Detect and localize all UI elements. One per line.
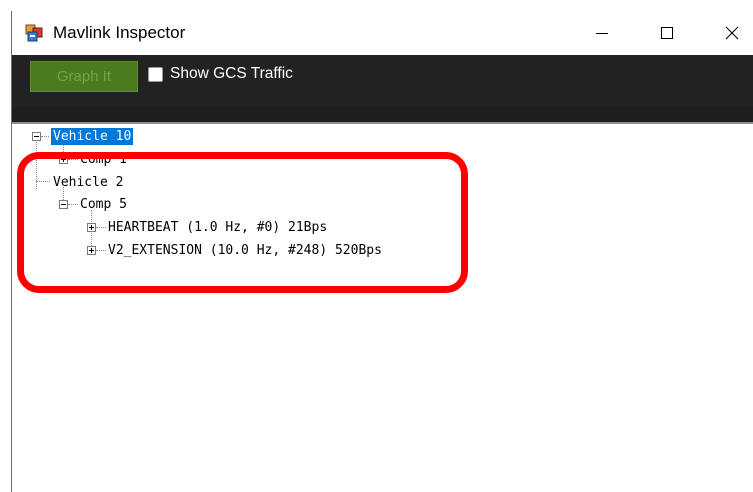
graph-it-button[interactable]: Graph It: [30, 61, 138, 92]
collapse-toggle-icon[interactable]: [59, 200, 68, 209]
expand-toggle-icon[interactable]: [87, 246, 96, 255]
minimize-icon: [596, 33, 608, 34]
message-tree-view[interactable]: Vehicle 10 Comp 1 Vehicle 2 Comp 5 HEART…: [12, 124, 753, 492]
tree-connector-line: [41, 136, 49, 137]
maximize-icon: [661, 27, 673, 39]
tree-connector-line: [68, 204, 78, 205]
close-icon: [725, 26, 739, 40]
tree-connector-line: [96, 250, 106, 251]
tree-node-v2-extension[interactable]: V2_EXTENSION (10.0 Hz, #248) 520Bps: [108, 242, 382, 259]
mavlink-inspector-window: Mavlink Inspector Graph It Show GCS Traf…: [11, 11, 753, 492]
title-bar[interactable]: Mavlink Inspector: [12, 11, 753, 55]
tree-connector-line: [36, 181, 50, 182]
expand-toggle-icon[interactable]: [59, 155, 68, 164]
app-window-icon: [25, 24, 43, 42]
tree-node-vehicle-2[interactable]: Vehicle 2: [53, 174, 123, 191]
window-title: Mavlink Inspector: [53, 23, 186, 42]
close-button[interactable]: [702, 11, 753, 55]
show-gcs-traffic-label[interactable]: Show GCS Traffic: [170, 64, 293, 84]
tree-node-heartbeat[interactable]: HEARTBEAT (1.0 Hz, #0) 21Bps: [108, 219, 327, 236]
tree-node-comp-1[interactable]: Comp 1: [80, 151, 127, 168]
toolbar-separator: [12, 107, 753, 122]
tree-connector-line: [96, 227, 106, 228]
maximize-button[interactable]: [637, 11, 697, 55]
tree-connector-line: [68, 159, 78, 160]
show-gcs-traffic-checkbox[interactable]: [148, 67, 163, 82]
minimize-button[interactable]: [572, 11, 632, 55]
tree-node-vehicle-10[interactable]: Vehicle 10: [51, 128, 134, 145]
expand-toggle-icon[interactable]: [87, 223, 96, 232]
tree-node-comp-5[interactable]: Comp 5: [80, 196, 127, 213]
collapse-toggle-icon[interactable]: [32, 132, 41, 141]
